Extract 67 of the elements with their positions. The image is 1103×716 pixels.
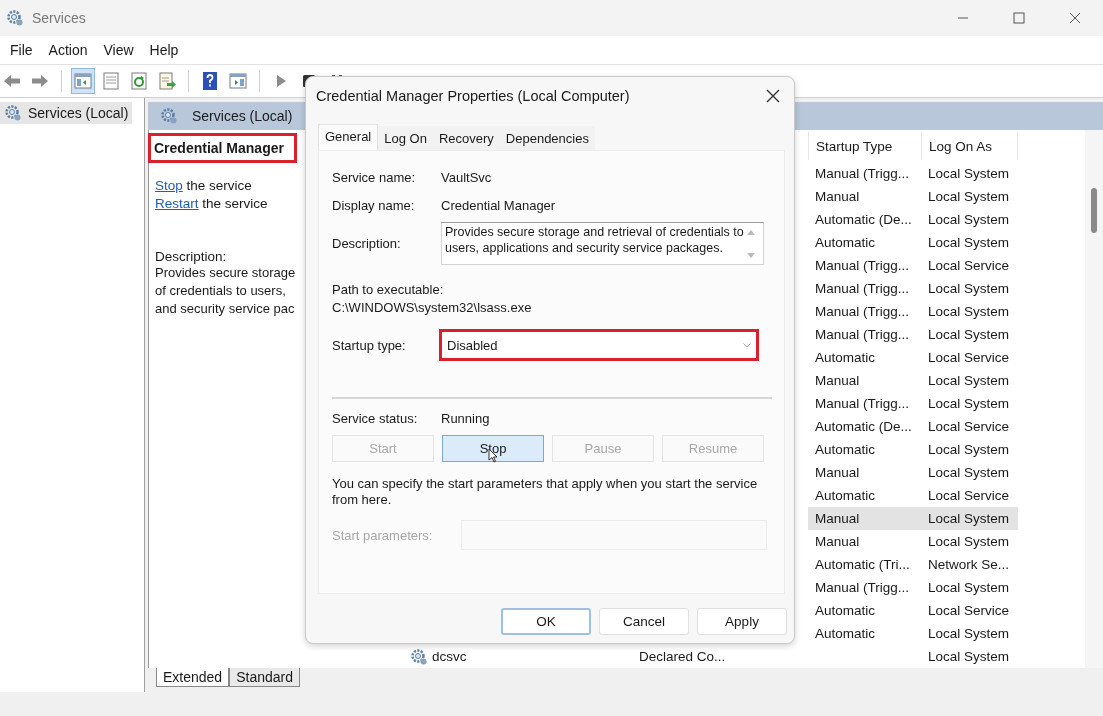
table-cell: Local System <box>928 534 1010 549</box>
table-cell: Manual <box>815 373 860 388</box>
field-label: Service status: <box>332 411 419 426</box>
description-text: and security service pac <box>155 300 296 318</box>
table-cell: Local System <box>928 281 1010 296</box>
field-value: Credential Manager <box>441 198 556 213</box>
table-cell: Local System <box>928 166 1010 181</box>
table-cell: Manual (Trigg... <box>815 304 910 319</box>
table-cell: Local Service <box>928 419 1010 434</box>
table-cell: Local System <box>928 235 1010 250</box>
table-cell: Local Service <box>928 350 1010 365</box>
table-cell: Manual (Trigg... <box>815 258 910 273</box>
table-cell: Local System <box>928 327 1010 342</box>
field-label: Start parameters: <box>332 527 434 543</box>
table-cell: Local Service <box>928 488 1010 503</box>
field-label: Path to executable: <box>332 282 445 297</box>
table-cell: Local System <box>928 649 1010 664</box>
dialog-title: Credential Manager Properties (Local Computer) <box>316 88 630 104</box>
table-cell: Manual <box>815 189 860 204</box>
table-cell: Local System <box>928 442 1010 457</box>
table-cell: Manual (Trigg... <box>815 580 910 595</box>
table-cell: Automatic <box>815 442 876 457</box>
table-cell: Network Se... <box>928 557 1010 572</box>
table-cell: Automatic <box>815 603 876 618</box>
action-text: Stop the service <box>155 177 253 195</box>
table-cell: Automatic <box>815 350 876 365</box>
table-cell: Local Service <box>928 258 1010 273</box>
table-cell: Local System <box>928 626 1010 641</box>
table-cell: Automatic <box>815 235 876 250</box>
service-title: Credential Manager <box>148 133 297 163</box>
table-cell: Local System <box>928 580 1010 595</box>
description-label: Description: <box>155 249 228 264</box>
window-title: Services <box>32 10 86 26</box>
description-text: of credentials to users, <box>155 282 287 300</box>
table-cell: Local System <box>928 373 1010 388</box>
table-cell: Local System <box>928 189 1010 204</box>
field-value: VaultSvc <box>441 170 492 185</box>
table-cell: Local System <box>928 511 1010 526</box>
table-cell: Manual (Trigg... <box>815 396 910 411</box>
field-label: Service name: <box>332 170 417 185</box>
field-value: C:\WINDOWS\system32\lsass.exe <box>332 300 533 315</box>
table-cell: Automatic (Tri... <box>815 557 910 572</box>
table-cell: Manual (Trigg... <box>815 327 910 342</box>
service-name: dcsvc <box>432 649 467 664</box>
table-cell: Manual <box>815 534 860 549</box>
field-value: Running <box>441 411 490 426</box>
table-cell: Automatic <box>815 626 876 641</box>
field-label: Startup type: <box>332 337 407 353</box>
table-cell: Manual <box>815 465 860 480</box>
table-cell: Manual <box>815 511 860 526</box>
table-cell: Local System <box>928 212 1010 227</box>
field-label: Display name: <box>332 198 416 213</box>
hint-text: You can specify the start parameters that apply when you start the service from here. <box>332 476 759 508</box>
field-label: Description: <box>332 236 402 251</box>
table-cell: Manual (Trigg... <box>815 166 910 181</box>
table-cell: Automatic (De... <box>815 212 912 227</box>
description-text: Provides secure storage <box>155 264 297 282</box>
table-cell: Automatic (De... <box>815 419 912 434</box>
table-cell: Local Service <box>928 603 1010 618</box>
table-cell: Local System <box>928 396 1010 411</box>
table-cell: Automatic <box>815 488 876 503</box>
table-cell: Local System <box>928 465 1010 480</box>
table-cell: Local System <box>928 304 1010 319</box>
table-cell: Declared Co... <box>639 649 726 664</box>
action-text: Restart the service <box>155 195 269 213</box>
panel-title: Services (Local) <box>192 108 293 124</box>
table-cell: Manual (Trigg... <box>815 281 910 296</box>
